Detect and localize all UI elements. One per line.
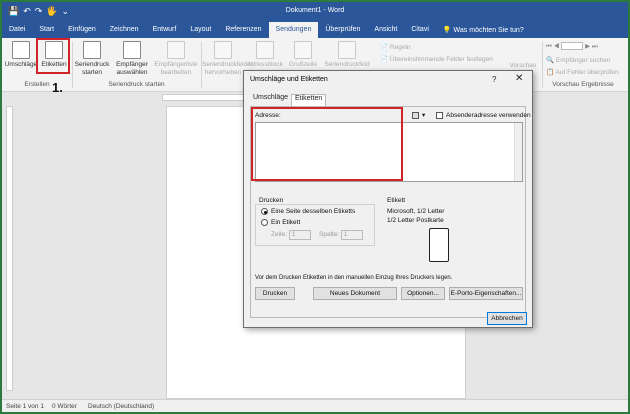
ribbon-tab-bar: Datei Start Einfügen Zeichnen Entwurf La… [2, 22, 628, 38]
merge-field-icon [338, 41, 356, 59]
group-separator [72, 42, 73, 88]
word-window: 💾 ↶ ↷ 🖐 ⌄ Dokument1 - Word Datei Start E… [2, 2, 628, 412]
hinweis-text: Vor dem Drucken Etiketten in den manuell… [255, 275, 453, 281]
abbrechen-button[interactable]: Abbrechen [487, 312, 527, 325]
edit-list-icon [167, 41, 185, 59]
title-bar: 💾 ↶ ↷ 🖐 ⌄ Dokument1 - Word [2, 2, 628, 22]
recipients-icon [123, 41, 141, 59]
seriendruckfeld-button[interactable]: Seriendruckfeld [322, 41, 372, 69]
tab-citavi[interactable]: Citavi [404, 22, 436, 38]
regeln-button[interactable]: 📄 Regeln [380, 43, 411, 51]
optionen-button[interactable]: Optionen... [401, 287, 445, 300]
radio-ganze-seite[interactable] [261, 208, 268, 215]
address-book-dropdown-icon[interactable]: ▾ [422, 111, 425, 119]
neues-dokument-button[interactable]: Neues Dokument [313, 287, 397, 300]
tab-etiketten[interactable]: Etiketten [291, 94, 327, 106]
adressblock-button[interactable]: Adressblock [246, 41, 284, 69]
uebereinstimmende-felder-button[interactable]: 📄 Übereinstimmende Felder festlegen [380, 55, 493, 63]
window-title: Dokument1 - Word [285, 7, 345, 14]
etikett-preview[interactable] [429, 228, 449, 262]
vorschau-button[interactable]: Vorschau [506, 62, 540, 70]
envelope-icon [12, 41, 30, 59]
tab-umschlaege[interactable]: Umschläge [250, 94, 291, 106]
annotation-step-1: 1. [52, 80, 63, 95]
fehler-ueberpruefen-button[interactable]: 📋 Auf Fehler überprüfen [546, 68, 619, 76]
grusszeile-button[interactable]: Grußzeile [285, 41, 321, 69]
empfaenger-suchen-button[interactable]: 🔍 Empfänger suchen [546, 56, 610, 64]
group-label-seriendruck: Seriendruck starten [108, 81, 165, 88]
etikett-line1: Microsoft, 1/2 Letter [387, 208, 445, 215]
word-count[interactable]: 0 Wörter [52, 403, 77, 410]
language-indicator[interactable]: Deutsch (Deutschland) [88, 403, 154, 410]
spalte-spinner[interactable]: 1 [341, 230, 363, 240]
seriendruck-starten-button[interactable]: Seriendruck starten [74, 41, 110, 77]
radio-ein-etikett[interactable] [261, 219, 268, 226]
umschlaege-button[interactable]: Umschläge [4, 41, 38, 69]
tab-ansicht[interactable]: Ansicht [367, 22, 404, 38]
mail-merge-icon [83, 41, 101, 59]
etikett-group-label: Etikett [387, 197, 406, 204]
empfaenger-auswaehlen-button[interactable]: Empfänger auswählen [112, 41, 152, 77]
highlight-etiketten [36, 38, 70, 74]
tell-me-search[interactable]: 💡 Was möchten Sie tun? [436, 22, 531, 38]
spalte-label: Spalte: [319, 231, 340, 238]
radio-ein-etikett-label: Ein Etikett [271, 219, 301, 226]
zeile-spinner[interactable]: 1 [289, 230, 311, 240]
tab-start[interactable]: Start [32, 22, 61, 38]
adresse-scrollbar[interactable] [514, 123, 522, 181]
felder-hervorheben-button[interactable]: Seriendruckfelder hervorheben [202, 41, 253, 77]
help-icon[interactable]: ? [492, 75, 496, 84]
tab-entwurf[interactable]: Entwurf [146, 22, 184, 38]
close-icon[interactable]: ✕ [515, 73, 523, 84]
drucken-group-label: Drucken [259, 197, 284, 204]
record-number-input[interactable] [561, 42, 584, 51]
dialog-title: Umschläge und Etiketten [250, 76, 328, 83]
greeting-line-icon [294, 41, 312, 59]
group-label-vorschau: Vorschau Ergebnisse [552, 81, 614, 88]
tab-einfuegen[interactable]: Einfügen [61, 22, 103, 38]
highlight-adresse [251, 107, 403, 181]
highlight-fields-icon [214, 41, 232, 59]
tab-sendungen[interactable]: Sendungen [268, 22, 319, 38]
tab-ueberpruefen[interactable]: Überprüfen [318, 22, 367, 38]
status-bar: Seite 1 von 1 0 Wörter Deutsch (Deutschl… [2, 399, 628, 412]
vertical-ruler[interactable] [6, 106, 13, 391]
tab-layout[interactable]: Layout [183, 22, 218, 38]
drucken-button[interactable]: Drucken [255, 287, 295, 300]
address-book-icon[interactable] [412, 112, 419, 119]
tab-referenzen[interactable]: Referenzen [218, 22, 268, 38]
tab-zeichnen[interactable]: Zeichnen [103, 22, 146, 38]
radio-ganze-seite-label: Eine Seite desselben Etiketts [271, 208, 356, 215]
tab-datei[interactable]: Datei [2, 22, 32, 38]
eporto-eigenschaften-button[interactable]: E-Porto-Eigenschaften... [449, 287, 523, 300]
record-navigation[interactable]: ⏮ ◀ ▶ ⏭ [546, 42, 598, 51]
empfaengerliste-bearbeiten-button[interactable]: Empfängerliste bearbeiten [153, 41, 199, 77]
absender-checkbox[interactable] [436, 112, 443, 119]
page-count[interactable]: Seite 1 von 1 [6, 403, 44, 410]
absender-label: Absenderadresse verwenden [446, 112, 531, 119]
zeile-label: Zeile: [271, 231, 287, 238]
address-block-icon [256, 41, 274, 59]
etikett-line2: 1/2 Letter Postkarte [387, 217, 444, 224]
